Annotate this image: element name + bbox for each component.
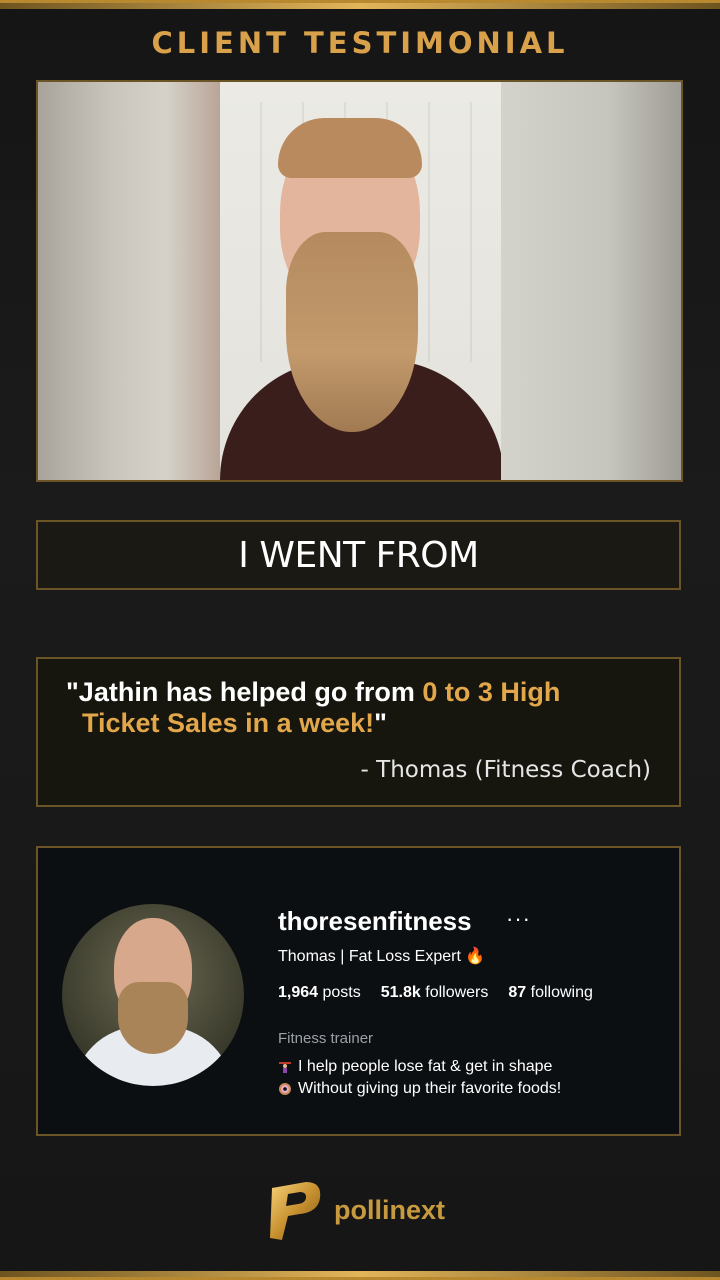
posts-stat[interactable]: 1,964 posts (278, 984, 361, 1002)
profile-display-name: Thomas | Fat Loss Expert 🔥 (278, 948, 486, 965)
page-title: CLIENT TESTIMONIAL (151, 26, 569, 60)
quote-highlight-2: Ticket Sales in a week! (82, 708, 375, 738)
profile-stats: 1,964 posts 51.8k followers 87 following (278, 984, 593, 1002)
avatar[interactable] (62, 904, 244, 1086)
profile-bio: I help people lose fat & get in shape Wi… (278, 1056, 561, 1100)
quote-box: "Jathin has helped go from 0 to 3 High T… (36, 657, 681, 807)
quote-text: "Jathin has helped go from 0 to 3 High T… (66, 677, 656, 739)
quote-close: " (374, 708, 387, 738)
speaker-hair (278, 118, 422, 178)
speaker-beard (286, 232, 418, 432)
quote-open: "Jathin has helped go from (66, 677, 423, 707)
donut-icon (279, 1083, 291, 1095)
bio-line-2: Without giving up their favorite foods! (298, 1080, 562, 1097)
avatar-beard (118, 982, 188, 1054)
video-blur-left (38, 82, 220, 480)
brand-logo: pollinext (266, 1178, 445, 1242)
profile-category: Fitness trainer (278, 1030, 374, 1047)
bio-line-1: I help people lose fat & get in shape (298, 1058, 553, 1075)
testimonial-video[interactable] (36, 80, 683, 482)
profile-username[interactable]: thoresenfitness (278, 906, 472, 937)
instagram-profile-card: thoresenfitness ··· Thomas | Fat Loss Ex… (36, 846, 681, 1136)
more-options-icon[interactable]: ··· (506, 906, 531, 932)
caption-text: I WENT FROM (238, 534, 479, 576)
brand-name: pollinext (334, 1194, 446, 1225)
weightlifter-icon (279, 1062, 291, 1073)
video-blur-right (501, 82, 681, 480)
quote-author: - Thomas (Fitness Coach) (360, 757, 651, 783)
following-stat[interactable]: 87 following (508, 984, 593, 1002)
video-frame (220, 82, 504, 480)
quote-highlight-1: 0 to 3 High (422, 677, 561, 707)
caption-banner: I WENT FROM (36, 520, 681, 590)
followers-stat[interactable]: 51.8k followers (381, 984, 489, 1002)
pollinext-logo-icon (270, 1182, 321, 1240)
